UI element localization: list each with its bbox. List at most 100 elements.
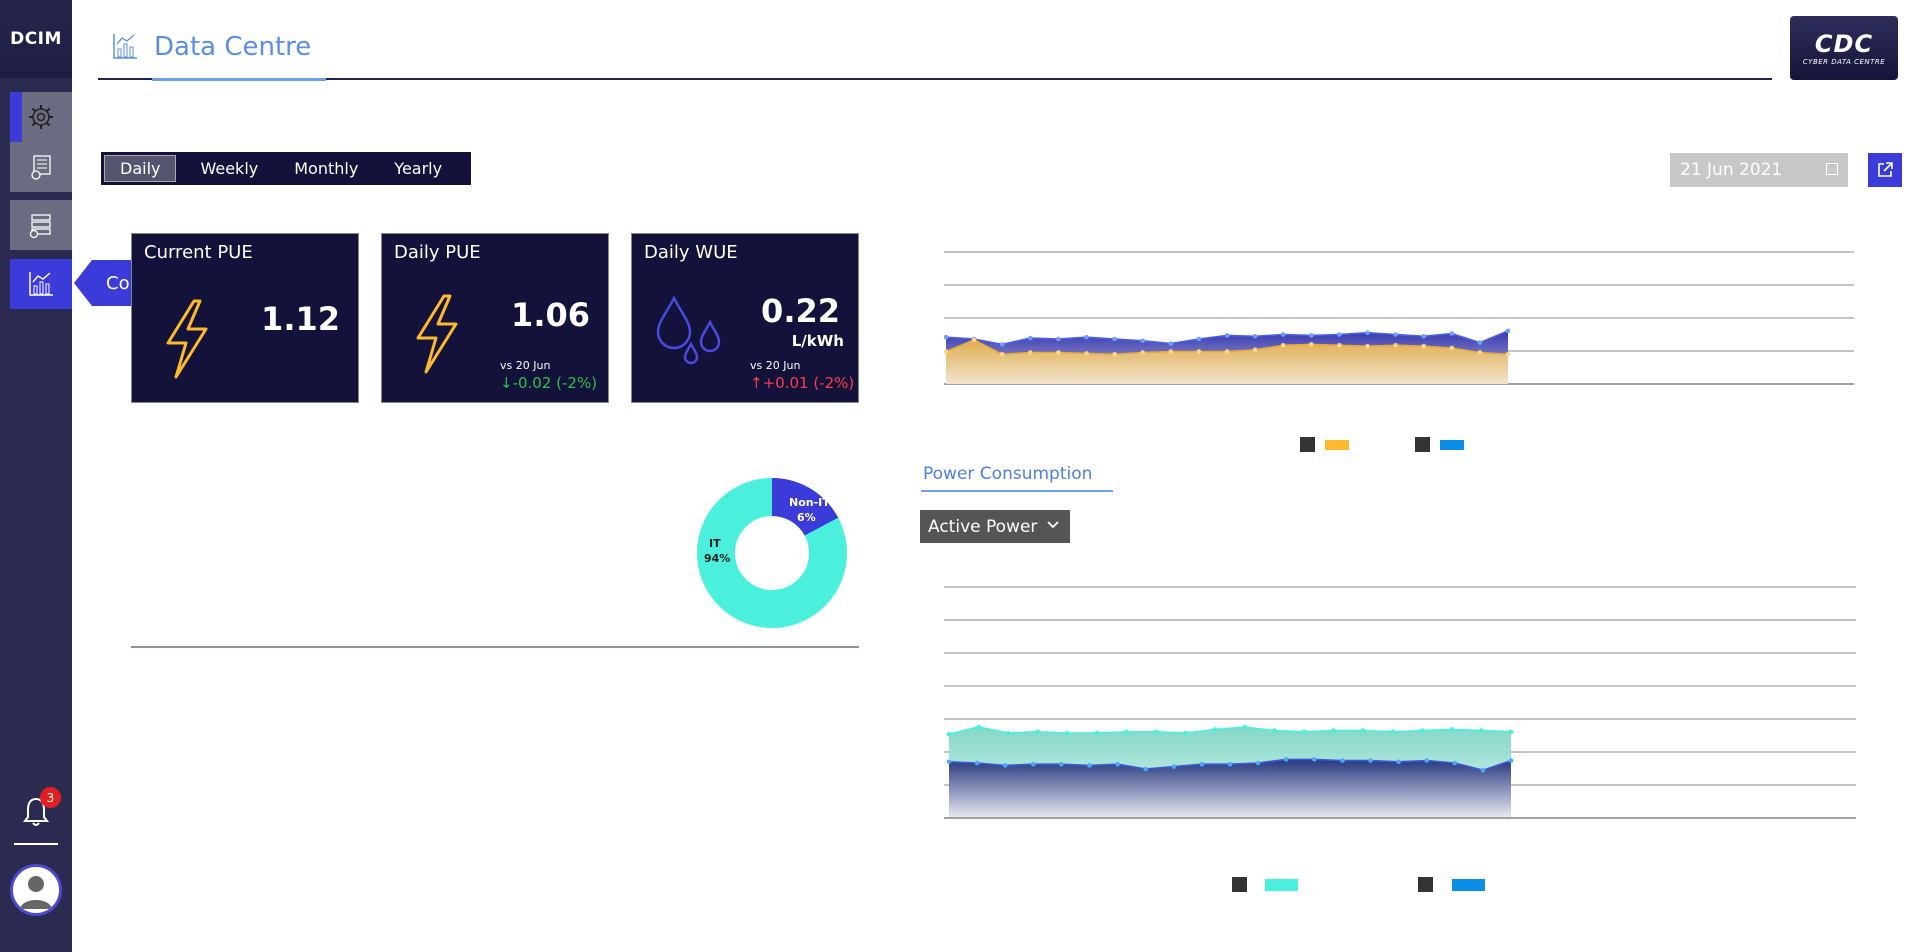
- sidebar: DCIM 3: [0, 0, 72, 952]
- top-series-blue-point: [1280, 332, 1286, 337]
- top-series-orange-point: [1477, 350, 1483, 355]
- top-series-orange-point: [1309, 342, 1314, 347]
- page-title-underline: [152, 78, 326, 81]
- top-series-blue-point: [1337, 332, 1342, 337]
- top-series-orange-point: [999, 352, 1005, 357]
- top-series-orange-point: [1168, 349, 1174, 354]
- kpi-card-daily-wue: Daily WUE 0.22 L/kWh vs 20 Jun ↑+0.01 (-…: [631, 233, 859, 403]
- donut-pct-it: 94%: [704, 552, 730, 565]
- power-series-cyan-point: [1094, 730, 1100, 736]
- sidebar-item-consumption[interactable]: [10, 259, 72, 309]
- top-series-blue-point: [1393, 332, 1398, 337]
- power-series-blue-point: [1255, 760, 1261, 766]
- top-series-blue-point: [1140, 338, 1145, 344]
- server-settings-icon: [31, 155, 51, 180]
- date-value: 21 Jun 2021: [1680, 160, 1783, 180]
- tab-daily[interactable]: Daily: [104, 155, 177, 182]
- power-consumption-title: Power Consumption: [923, 464, 1093, 484]
- top-series-blue-point: [1505, 328, 1511, 334]
- power-series-cyan-point: [976, 724, 981, 730]
- tab-yearly[interactable]: Yearly: [376, 155, 460, 182]
- kpi-card-current-pue: Current PUE 1.12: [131, 233, 359, 403]
- kpi-delta: ↑+0.01 (-2%): [750, 374, 854, 392]
- page-title: Data Centre: [154, 32, 312, 62]
- power-series-cyan-point: [1183, 730, 1188, 736]
- top-series-orange-point: [1505, 352, 1511, 357]
- kpi-comparison-label: vs 20 Jun: [500, 359, 551, 372]
- power-series-cyan-point: [1360, 728, 1366, 733]
- top-series-orange-point: [1196, 349, 1202, 354]
- legend-checkbox-orange[interactable]: [1300, 437, 1315, 452]
- power-series-cyan-point: [1479, 728, 1484, 733]
- top-series-orange-point: [1337, 343, 1342, 348]
- legend-swatch-cyan: [1265, 879, 1298, 891]
- power-series-blue-point: [1480, 767, 1486, 773]
- database-settings-icon: [29, 214, 51, 239]
- kpi-delta-value: +0.01 (-2%): [762, 374, 855, 392]
- tab-monthly[interactable]: Monthly: [276, 155, 376, 182]
- top-series-blue-point: [1309, 333, 1314, 338]
- power-series-blue-point: [1452, 760, 1458, 766]
- power-series-blue-point: [1171, 764, 1177, 769]
- legend-checkbox-blue[interactable]: [1415, 437, 1430, 452]
- power-type-dropdown[interactable]: Active Power: [920, 510, 1070, 543]
- kpi-comparison-label: vs 20 Jun: [750, 359, 801, 372]
- top-series-blue-point: [999, 342, 1005, 347]
- it-load-donut-chart: Non-IT 6% IT 94%: [697, 478, 847, 628]
- kpi-title: Daily PUE: [394, 242, 481, 263]
- top-consumption-chart: [944, 251, 1854, 385]
- tab-weekly[interactable]: Weekly: [182, 155, 276, 182]
- top-series-orange-point: [1224, 349, 1230, 354]
- sidebar-divider: [14, 843, 58, 845]
- donut-label-non-it: Non-IT: [789, 496, 830, 509]
- donut-divider: [131, 646, 859, 648]
- header-divider: [98, 78, 1772, 80]
- export-button[interactable]: [1868, 153, 1902, 187]
- sidebar-item-database[interactable]: [10, 200, 72, 250]
- top-series-blue-point: [1449, 331, 1455, 336]
- power-series-blue-point: [1199, 761, 1205, 767]
- top-series-orange-point: [1280, 343, 1286, 348]
- kpi-card-daily-pue: Daily PUE 1.06 vs 20 Jun ↓-0.02 (-2%): [381, 233, 609, 403]
- power-series-blue-area: [949, 759, 1511, 817]
- date-picker[interactable]: 21 Jun 2021: [1670, 153, 1848, 187]
- dropdown-value: Active Power: [928, 516, 1038, 537]
- legend-swatch-blue-2: [1452, 879, 1485, 891]
- power-series-blue-point: [1368, 758, 1373, 763]
- calendar-icon[interactable]: [1826, 163, 1838, 175]
- sidebar-item-server[interactable]: [10, 142, 72, 192]
- dashboard-chart-icon: [112, 32, 138, 64]
- power-series-cyan-point: [1242, 724, 1248, 730]
- arrow-down-icon: ↓: [500, 374, 513, 392]
- power-series-cyan-point: [1005, 730, 1011, 736]
- legend-checkbox-blue-2[interactable]: [1418, 877, 1433, 892]
- power-series-cyan-point: [1331, 728, 1336, 733]
- legend-swatch-blue: [1440, 440, 1464, 450]
- arrow-up-icon: ↑: [750, 374, 763, 392]
- company-logo: CDC CYBER DATA CENTRE: [1790, 16, 1898, 80]
- kpi-value: 1.06: [511, 296, 590, 334]
- power-series-blue-point: [1115, 761, 1120, 767]
- power-series-blue-point: [1424, 758, 1429, 763]
- power-series-cyan-point: [1449, 727, 1455, 732]
- user-avatar[interactable]: [10, 864, 62, 916]
- top-series-orange-point: [1056, 350, 1061, 355]
- open-external-icon: [1878, 162, 1893, 177]
- top-series-blue-point: [1196, 336, 1202, 342]
- logo-main: CDC: [1814, 30, 1874, 58]
- power-series-cyan-point: [1065, 730, 1070, 736]
- power-series-cyan-point: [1508, 729, 1514, 735]
- top-series-orange-point: [1449, 345, 1455, 351]
- power-series-cyan-point: [1212, 727, 1218, 732]
- brand-logo[interactable]: DCIM: [0, 0, 72, 78]
- top-series-blue-point: [1365, 330, 1370, 335]
- consumption-chart-icon: [29, 272, 53, 296]
- power-series-blue-point: [1340, 758, 1345, 763]
- power-series-cyan-point: [946, 731, 952, 737]
- power-series-blue-point: [1312, 757, 1317, 762]
- kpi-unit: L/kWh: [791, 332, 844, 350]
- sidebar-item-settings[interactable]: [10, 92, 72, 142]
- legend-checkbox-cyan[interactable]: [1232, 877, 1247, 892]
- kpi-delta: ↓-0.02 (-2%): [500, 374, 597, 392]
- top-series-orange-point: [1112, 352, 1117, 357]
